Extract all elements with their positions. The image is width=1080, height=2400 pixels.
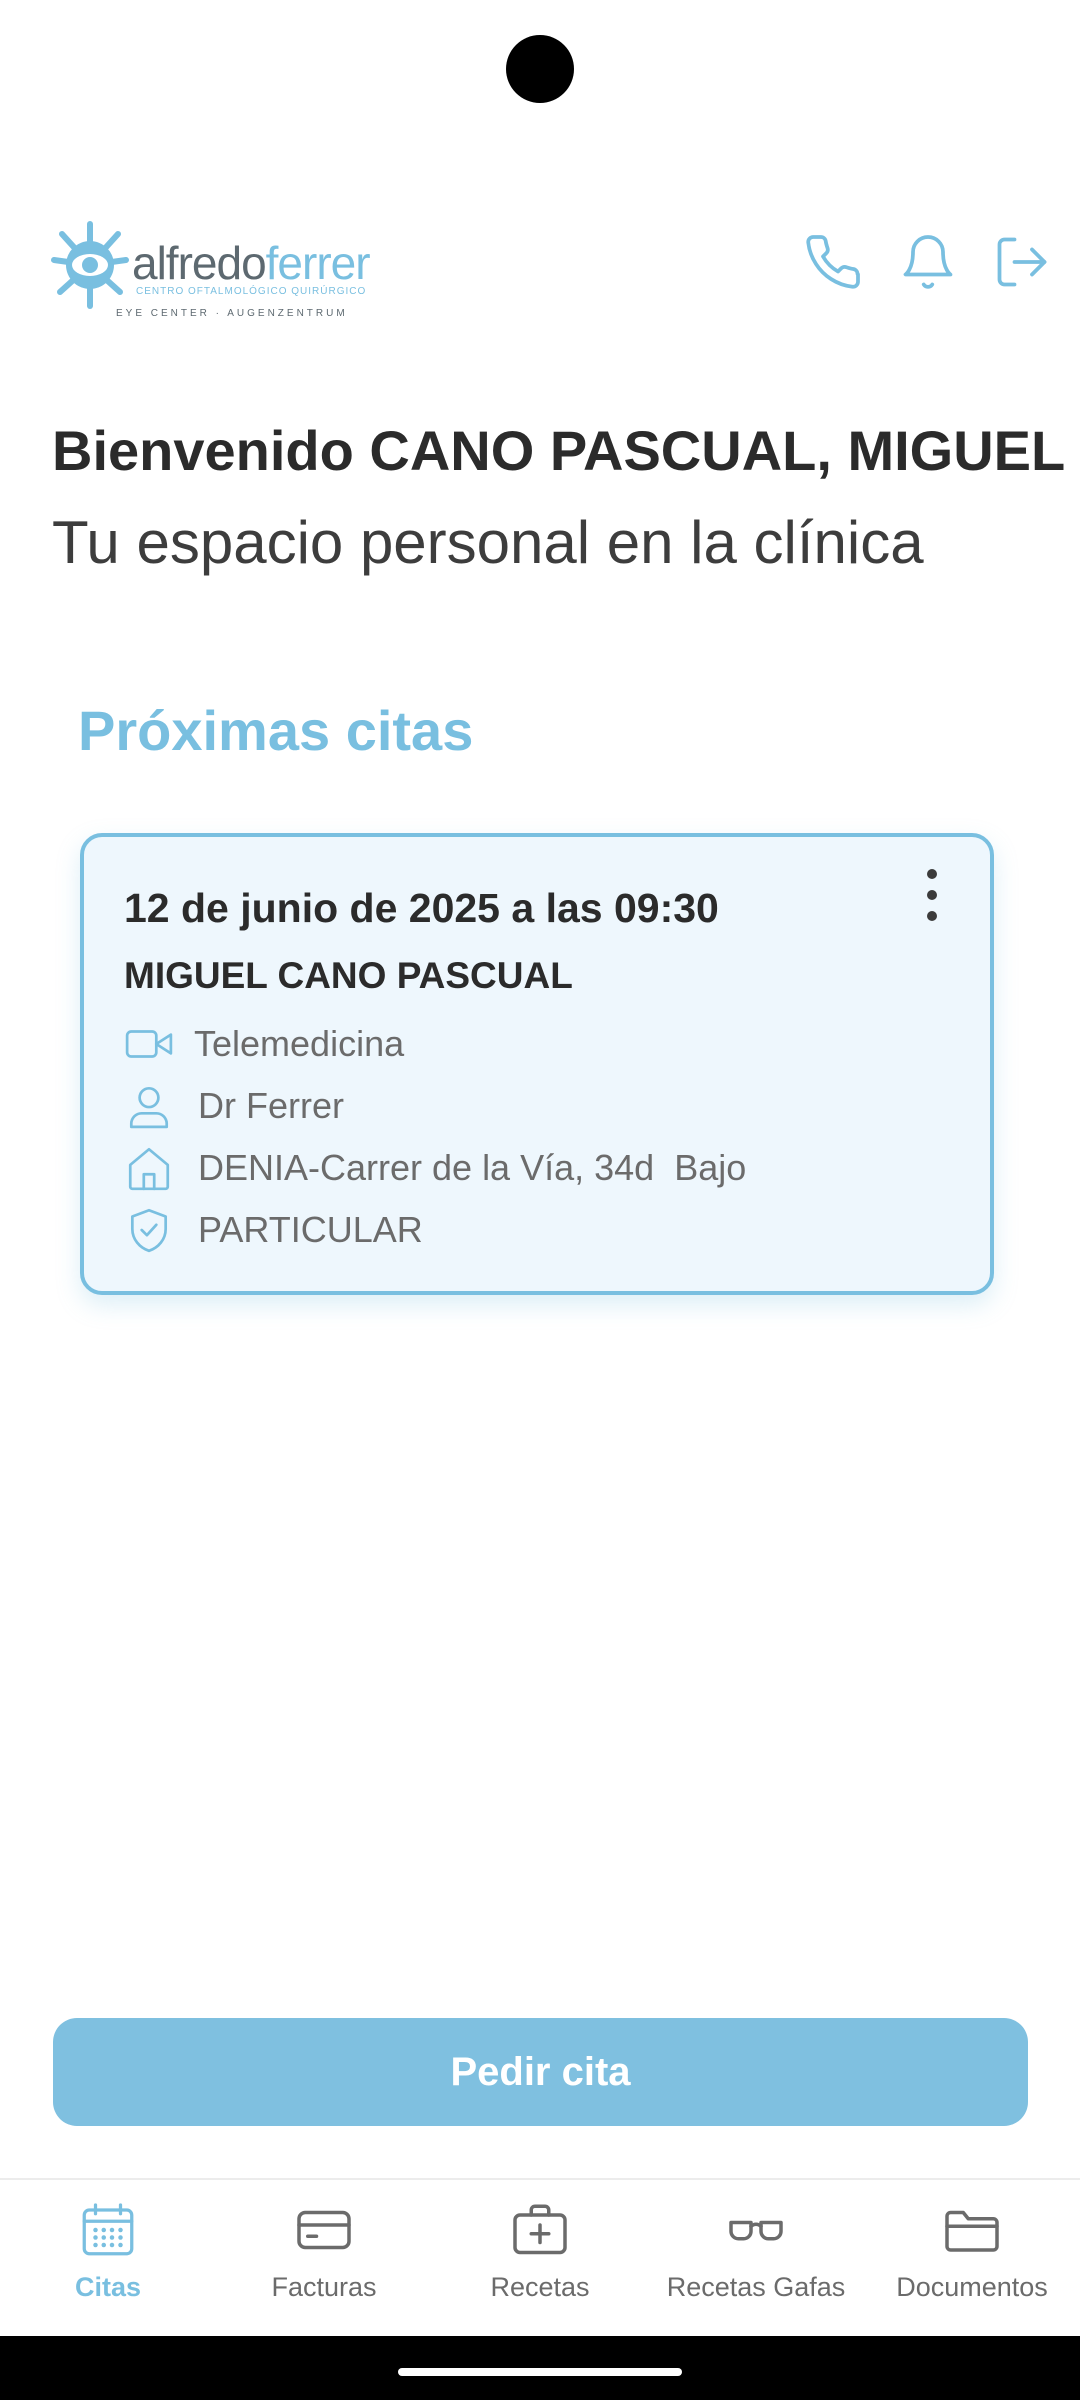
nav-item-recetas[interactable]: Recetas — [432, 2180, 648, 2338]
medical-kit-icon — [510, 2200, 570, 2260]
appointment-card[interactable]: 12 de junio de 2025 a las 09:30 MIGUEL C… — [80, 833, 994, 1295]
nav-label-documentos: Documentos — [896, 2272, 1048, 2302]
nav-label-recetas-gafas: Recetas Gafas — [666, 2272, 846, 2302]
nav-item-facturas[interactable]: Facturas — [216, 2180, 432, 2338]
request-appointment-button[interactable]: Pedir cita — [53, 2018, 1028, 2126]
folder-icon — [942, 2200, 1002, 2260]
nav-item-documentos[interactable]: Documentos — [864, 2180, 1080, 2338]
nav-item-recetas-gafas[interactable]: Recetas Gafas — [648, 2180, 864, 2338]
bottom-navigation: Citas Facturas Recetas Recetas Gafas Doc… — [0, 2178, 1080, 2338]
nav-label-recetas: Recetas — [490, 2272, 590, 2302]
welcome-subtitle: Tu espacio personal en la clínica — [52, 509, 924, 576]
bell-icon[interactable] — [898, 232, 958, 292]
shield-check-icon — [124, 1205, 174, 1255]
nav-item-citas[interactable]: Citas — [0, 2180, 216, 2338]
home-gesture-bar[interactable] — [398, 2368, 682, 2376]
nav-label-facturas: Facturas — [271, 2272, 377, 2302]
welcome-greeting: Bienvenido CANO PASCUAL, MIGUEL — [52, 419, 1066, 482]
clinic-logo: alfredoferrer CENTRO OFTALMOLÓGICO QUIRÚ… — [50, 220, 371, 325]
logo-wordmark: alfredoferrer — [132, 237, 371, 289]
appointment-location: DENIA-Carrer de la Vía, 34d Bajo — [198, 1147, 747, 1188]
logout-icon[interactable] — [992, 232, 1052, 292]
eye-logo-icon — [51, 221, 129, 309]
logo-tagline: CENTRO OFTALMOLÓGICO QUIRÚRGICO — [136, 286, 367, 297]
nav-label-citas: Citas — [74, 2272, 142, 2302]
appointment-datetime: 12 de junio de 2025 a las 09:30 — [124, 885, 719, 931]
calendar-icon — [78, 2200, 138, 2260]
logo-subline: EYE CENTER · AUGENZENTRUM — [116, 308, 348, 319]
phone-icon[interactable] — [803, 232, 863, 292]
glasses-icon — [726, 2200, 786, 2260]
appointment-doctor: Dr Ferrer — [198, 1085, 344, 1126]
appointment-type: Telemedicina — [194, 1023, 405, 1064]
credit-card-icon — [294, 2200, 354, 2260]
video-camera-icon — [124, 1019, 174, 1069]
more-options-icon[interactable] — [914, 865, 950, 925]
front-camera — [506, 35, 574, 103]
appointment-patient: MIGUEL CANO PASCUAL — [124, 955, 573, 996]
section-title-upcoming: Próximas citas — [78, 699, 474, 762]
appointment-insurance: PARTICULAR — [198, 1209, 423, 1250]
user-icon — [124, 1081, 174, 1131]
home-icon — [124, 1143, 174, 1193]
